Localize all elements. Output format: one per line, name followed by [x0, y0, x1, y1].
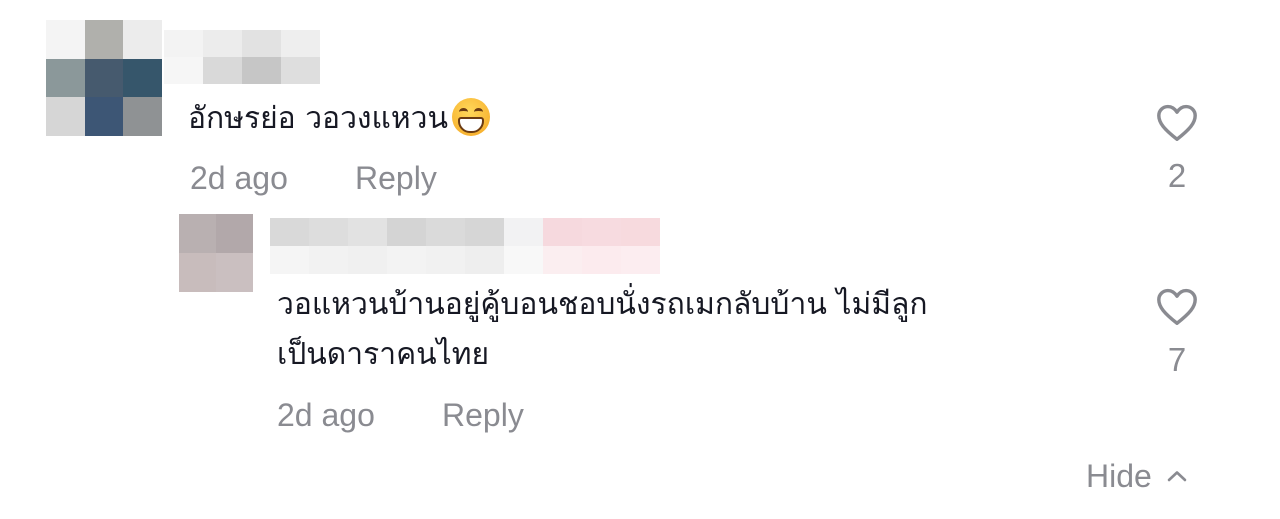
mosaic-cell [216, 214, 253, 253]
reply-like-count: 7 [1167, 341, 1187, 378]
reply-timestamp: 2d ago [277, 397, 375, 433]
mosaic-cell [46, 58, 85, 98]
mosaic-cell [84, 58, 124, 98]
hide-replies-button[interactable]: Hide [1086, 456, 1188, 496]
mosaic-cell [179, 214, 216, 253]
heart-outline-icon[interactable] [1155, 286, 1199, 326]
mosaic-cell [621, 246, 660, 274]
mosaic-cell [270, 246, 309, 274]
mosaic-cell [504, 218, 543, 246]
comment-body: อักษรย่อ วอวงแหวน [188, 101, 449, 136]
mosaic-cell [426, 246, 465, 274]
reply-text-line-1: วอแหวนบ้านอยู่คู้บอนชอบนั่งรถเมกลับบ้าน … [277, 287, 928, 322]
mosaic-cell [465, 218, 504, 246]
mosaic-cell [387, 246, 426, 274]
mosaic-cell [309, 246, 348, 274]
mosaic-cell [621, 218, 660, 246]
mosaic-cell [270, 218, 309, 246]
mosaic-cell [582, 218, 621, 246]
reply-username[interactable] [270, 218, 660, 274]
mosaic-cell [504, 246, 543, 274]
mosaic-cell [348, 218, 387, 246]
comment-like-count: 2 [1167, 157, 1187, 194]
mosaic-cell [123, 20, 162, 59]
reply-reply-button[interactable]: Reply [442, 395, 524, 435]
mosaic-cell [123, 58, 162, 98]
heart-outline-icon[interactable] [1155, 102, 1199, 142]
mosaic-cell [84, 97, 124, 136]
mosaic-cell [348, 246, 387, 274]
comment-timestamp: 2d ago [190, 160, 288, 196]
mosaic-cell [84, 20, 124, 59]
comment-reply-button[interactable]: Reply [355, 158, 437, 198]
mosaic-cell [309, 218, 348, 246]
grinning-face-emoji [452, 98, 491, 136]
chevron-up-icon [1167, 471, 1187, 482]
mosaic-cell [164, 57, 203, 84]
mosaic-cell [203, 57, 242, 84]
reply-avatar[interactable] [179, 214, 253, 292]
comment-username[interactable] [164, 30, 320, 84]
mosaic-cell [543, 218, 582, 246]
mosaic-cell [46, 20, 85, 59]
mosaic-cell [46, 97, 85, 136]
mosaic-cell [179, 253, 216, 292]
mosaic-cell [242, 57, 281, 84]
comment-text: อักษรย่อ วอวงแหวน [188, 92, 491, 146]
mosaic-cell [281, 57, 320, 84]
mosaic-cell [164, 30, 203, 57]
mosaic-cell [216, 253, 253, 292]
mosaic-cell [281, 30, 320, 57]
mosaic-cell [465, 246, 504, 274]
mosaic-cell [123, 97, 162, 136]
reply-text-line-2: เป็นดาราคนไทย [277, 337, 490, 372]
mosaic-cell [387, 218, 426, 246]
comment-avatar[interactable] [46, 20, 162, 136]
mosaic-cell [203, 30, 242, 57]
mosaic-cell [582, 246, 621, 274]
hide-label: Hide [1086, 458, 1152, 494]
mosaic-cell [242, 30, 281, 57]
mosaic-cell [426, 218, 465, 246]
mosaic-cell [543, 246, 582, 274]
